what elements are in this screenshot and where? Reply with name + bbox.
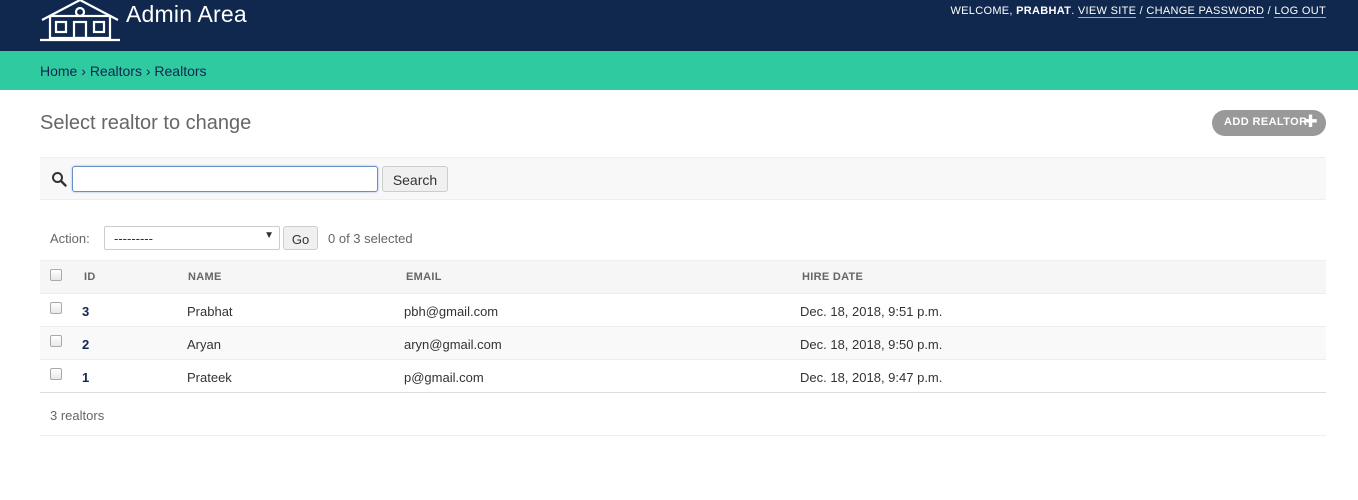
selected-count: 0 of 3 selected (328, 231, 413, 246)
results-table: ID NAME EMAIL HIRE DATE 3 Prabhat pbh@gm… (40, 260, 1326, 393)
username: PRABHAT (1016, 5, 1072, 17)
search-input[interactable] (72, 166, 378, 192)
plus-icon: ✚ (1303, 112, 1318, 131)
row-hire-date: Dec. 18, 2018, 9:50 p.m. (800, 337, 943, 352)
table-row: 3 Prabhat pbh@gmail.com Dec. 18, 2018, 9… (40, 294, 1326, 327)
action-select[interactable]: --------- ▼ (104, 226, 280, 250)
breadcrumb-home[interactable]: Home (40, 63, 77, 79)
table-row: 2 Aryan aryn@gmail.com Dec. 18, 2018, 9:… (40, 327, 1326, 360)
header: Admin Area WELCOME, PRABHAT. VIEW SITE /… (0, 0, 1358, 51)
add-realtor-label: ADD REALTOR (1224, 116, 1308, 128)
change-password-link[interactable]: CHANGE PASSWORD (1146, 5, 1265, 18)
breadcrumb-app[interactable]: Realtors (90, 63, 142, 79)
breadcrumb: Home › Realtors › Realtors (0, 51, 1358, 90)
row-checkbox[interactable] (50, 335, 62, 347)
column-header-email[interactable]: EMAIL (406, 271, 442, 283)
log-out-link[interactable]: LOG OUT (1274, 5, 1326, 18)
page-title: Select realtor to change (40, 112, 252, 134)
welcome-text: WELCOME, (950, 5, 1013, 17)
row-hire-date: Dec. 18, 2018, 9:47 p.m. (800, 370, 943, 385)
paginator: 3 realtors (40, 393, 1326, 436)
go-button[interactable]: Go (283, 226, 318, 250)
breadcrumb-current: Realtors (154, 63, 207, 79)
breadcrumb-separator: › (81, 63, 86, 79)
search-toolbar: Search (40, 157, 1326, 200)
action-selected-option: --------- (114, 231, 153, 246)
search-icon (52, 172, 67, 187)
chevron-down-icon: ▼ (264, 230, 274, 241)
row-checkbox[interactable] (50, 302, 62, 314)
row-name: Aryan (187, 337, 221, 352)
row-email: p@gmail.com (404, 370, 484, 385)
brand-title[interactable]: Admin Area (126, 1, 247, 28)
column-header-id[interactable]: ID (84, 271, 96, 283)
action-label: Action: (50, 231, 90, 246)
row-id-link[interactable]: 3 (82, 304, 89, 319)
column-header-name[interactable]: NAME (188, 271, 222, 283)
row-name: Prateek (187, 370, 232, 385)
house-logo-icon[interactable] (40, 0, 120, 42)
column-header-hire-date[interactable]: HIRE DATE (802, 271, 863, 283)
add-realtor-button[interactable]: ADD REALTOR ✚ (1212, 110, 1326, 136)
search-button[interactable]: Search (382, 166, 448, 192)
separator: / (1139, 5, 1143, 17)
row-name: Prabhat (187, 304, 233, 319)
row-id-link[interactable]: 1 (82, 370, 89, 385)
user-tools: WELCOME, PRABHAT. VIEW SITE / CHANGE PAS… (950, 5, 1326, 18)
row-id-link[interactable]: 2 (82, 337, 89, 352)
table-row: 1 Prateek p@gmail.com Dec. 18, 2018, 9:4… (40, 360, 1326, 393)
row-email: pbh@gmail.com (404, 304, 499, 319)
select-all-checkbox[interactable] (50, 269, 62, 281)
breadcrumb-separator: › (145, 63, 151, 79)
row-checkbox[interactable] (50, 368, 62, 380)
row-hire-date: Dec. 18, 2018, 9:51 p.m. (800, 304, 943, 319)
row-email: aryn@gmail.com (404, 337, 502, 352)
separator: / (1267, 5, 1272, 17)
table-header: ID NAME EMAIL HIRE DATE (40, 260, 1326, 294)
view-site-link[interactable]: VIEW SITE (1077, 5, 1137, 18)
